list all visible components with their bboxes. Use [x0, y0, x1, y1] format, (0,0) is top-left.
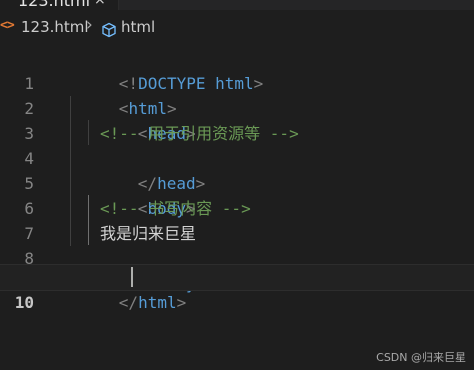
line-number-current: 10 — [14, 293, 34, 312]
text-cursor — [131, 267, 133, 287]
csdn-watermark: CSDN @归来巨星 — [376, 351, 466, 364]
code-line-2[interactable]: 2 <html> — [0, 71, 474, 118]
breadcrumb-symbol[interactable]: html — [121, 18, 155, 36]
code-line-7[interactable]: 7 <!-- 书写内容 --> — [0, 196, 474, 243]
line-text: 我是归来巨星 — [100, 224, 197, 243]
breadcrumb-file[interactable]: 123.html — [21, 18, 89, 36]
code-line-4[interactable]: 4 <!-- 用于引用资源等 --> — [0, 121, 474, 168]
close-icon[interactable]: × — [94, 0, 106, 8]
tag-name: html — [138, 293, 177, 312]
line-code: </html> — [61, 265, 186, 340]
cube-icon — [102, 22, 116, 38]
tab-label: 123.html — [18, 0, 91, 10]
editor-tab-strip: 123.html × — [0, 0, 474, 10]
code-line-6[interactable]: 6 <body> — [0, 171, 474, 218]
html-file-icon: <> — [0, 18, 15, 33]
tab-123-html[interactable]: 123.html × — [0, 0, 119, 10]
code-line-3[interactable]: 3 <head> — [0, 96, 474, 143]
code-line-10[interactable]: 10 </html> — [0, 264, 474, 312]
code-line-8[interactable]: 8 我是归来巨星 — [0, 221, 474, 268]
code-line-1[interactable]: 1 <!DOCTYPE html> — [0, 46, 474, 93]
code-editor[interactable]: 1 <!DOCTYPE html> 2 <html> 3 <head> 4 <!… — [0, 42, 474, 370]
code-line-5[interactable]: 5 </head> — [0, 146, 474, 193]
tag-bracket: </ — [118, 293, 139, 312]
line-comment: <!-- 用于引用资源等 --> — [100, 124, 299, 143]
tag-bracket: > — [176, 293, 187, 312]
breadcrumb-separator: › — [86, 15, 93, 35]
line-comment: <!-- 书写内容 --> — [100, 199, 251, 218]
breadcrumb: <> 123.html › html — [0, 10, 474, 42]
